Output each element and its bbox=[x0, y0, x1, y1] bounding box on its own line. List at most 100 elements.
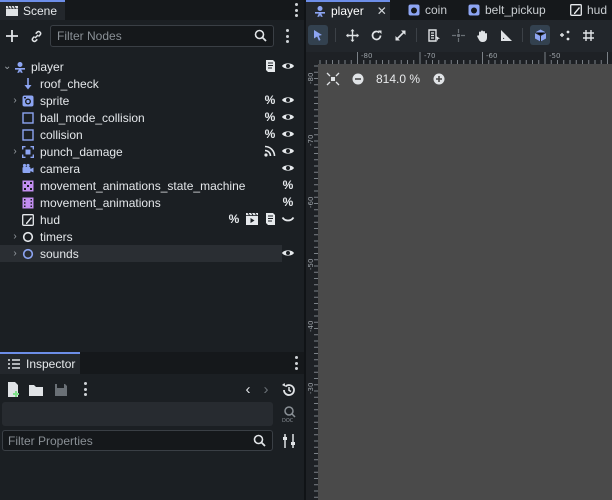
horizontal-ruler[interactable]: -80 -70 -60 -50 bbox=[306, 52, 612, 64]
canvas-layer-icon bbox=[22, 213, 34, 226]
filter-properties-field[interactable] bbox=[2, 430, 273, 451]
tab-inspector[interactable]: Inspector bbox=[0, 352, 80, 374]
cursor-arrow-icon bbox=[314, 30, 322, 41]
visibility-eye-icon[interactable] bbox=[281, 161, 295, 175]
ruler-label: -60 bbox=[486, 52, 498, 60]
open-folder-icon[interactable] bbox=[27, 381, 45, 399]
chevron-right-icon[interactable]: › bbox=[11, 95, 19, 107]
pan-mode-button[interactable] bbox=[472, 25, 492, 45]
script-icon[interactable] bbox=[263, 59, 277, 73]
canvas-viewport[interactable]: -80 -70 -60 -50 -80 -70 -60 -50 -40 -30 … bbox=[306, 52, 612, 500]
inspector-options-menu-icon[interactable] bbox=[83, 382, 87, 396]
inspector-object-field[interactable] bbox=[2, 402, 273, 426]
visibility-eye-icon[interactable] bbox=[281, 59, 295, 73]
ruler-mode-button[interactable] bbox=[496, 25, 516, 45]
ruler-label: -70 bbox=[307, 134, 315, 146]
snap-options-button[interactable] bbox=[554, 25, 574, 45]
list-select-button[interactable] bbox=[424, 25, 444, 45]
move-mode-button[interactable] bbox=[342, 25, 362, 45]
inspector-toolbar: ‹ › bbox=[0, 378, 304, 400]
tree-row-punch-damage[interactable]: › punch_damage bbox=[0, 143, 304, 160]
tree-row-hud[interactable]: hud % bbox=[0, 211, 304, 228]
unique-name-badge[interactable]: % bbox=[263, 110, 277, 124]
visibility-closed-icon[interactable] bbox=[281, 212, 295, 226]
history-back-icon[interactable]: ‹ bbox=[239, 380, 257, 398]
search-icon bbox=[254, 29, 267, 42]
unique-name-badge[interactable]: % bbox=[227, 212, 241, 226]
tree-label: hud bbox=[40, 212, 61, 227]
inspector-dock-menu-icon[interactable] bbox=[294, 356, 298, 370]
pivot-mode-button[interactable] bbox=[448, 25, 468, 45]
script-icon[interactable] bbox=[263, 212, 277, 226]
visibility-eye-icon[interactable] bbox=[281, 144, 295, 158]
tree-row-sprite[interactable]: › sprite % bbox=[0, 92, 304, 109]
grid-snap-button[interactable] bbox=[578, 25, 598, 45]
scene-tab-hud[interactable]: hud bbox=[562, 0, 607, 20]
scene-tabs-bar: player ✕ coin belt_pickup hud bbox=[306, 0, 612, 20]
tree-row-roof-check[interactable]: roof_check bbox=[0, 75, 304, 92]
center-view-icon[interactable] bbox=[326, 72, 340, 86]
chevron-right-icon[interactable]: › bbox=[11, 231, 19, 243]
visibility-eye-icon[interactable] bbox=[281, 127, 295, 141]
tree-row-collision[interactable]: collision % bbox=[0, 126, 304, 143]
chevron-right-icon[interactable]: › bbox=[11, 146, 19, 158]
rotate-mode-button[interactable] bbox=[366, 25, 386, 45]
link-icon[interactable] bbox=[27, 27, 45, 45]
filter-nodes-input[interactable] bbox=[57, 29, 237, 43]
tree-row-player[interactable]: ⌄ player bbox=[0, 58, 304, 75]
scene-tree: ⌄ player roof_check › sprite % ball_mode… bbox=[0, 58, 304, 262]
scene-tab-label: Scene bbox=[23, 4, 58, 18]
camera-icon bbox=[22, 163, 34, 173]
zoom-reset-button[interactable]: 814.0 % bbox=[376, 72, 420, 86]
chevron-down-icon[interactable]: ⌄ bbox=[3, 61, 11, 73]
ruler-label: -80 bbox=[361, 52, 373, 60]
history-forward-icon[interactable]: › bbox=[257, 380, 275, 398]
instanced-scene-icon[interactable] bbox=[245, 212, 259, 226]
filter-properties-input[interactable] bbox=[8, 433, 238, 448]
add-node-icon[interactable] bbox=[3, 27, 21, 45]
scene-tab-coin[interactable]: coin bbox=[400, 0, 447, 20]
character-icon bbox=[15, 61, 25, 73]
visibility-eye-icon[interactable] bbox=[281, 246, 295, 260]
animation-player-icon bbox=[22, 197, 34, 208]
select-mode-button[interactable] bbox=[308, 25, 328, 45]
zoom-out-icon[interactable] bbox=[352, 73, 364, 85]
unique-name-badge[interactable]: % bbox=[263, 93, 277, 107]
signals-icon[interactable] bbox=[263, 144, 277, 158]
recent-history-icon[interactable] bbox=[280, 381, 298, 399]
scene-options-menu-icon[interactable] bbox=[285, 29, 289, 43]
ruler-ticks bbox=[319, 52, 608, 64]
save-icon[interactable] bbox=[52, 381, 70, 399]
property-filter-options-icon[interactable] bbox=[280, 432, 298, 450]
tree-row-camera[interactable]: camera bbox=[0, 160, 304, 177]
unique-name-badge[interactable]: % bbox=[281, 178, 295, 192]
unique-name-badge[interactable]: % bbox=[263, 127, 277, 141]
close-tab-icon[interactable]: ✕ bbox=[377, 4, 387, 18]
collision-shape-icon bbox=[22, 128, 34, 141]
visibility-eye-icon[interactable] bbox=[281, 93, 295, 107]
filter-nodes-field[interactable] bbox=[50, 25, 274, 47]
visibility-eye-icon[interactable] bbox=[281, 110, 295, 124]
tree-row-ball-mode-collision[interactable]: ball_mode_collision % bbox=[0, 109, 304, 126]
inspector-tabbar: Inspector bbox=[0, 352, 304, 374]
tree-row-sounds[interactable]: › sounds bbox=[0, 245, 282, 262]
smart-snap-button[interactable] bbox=[530, 25, 550, 45]
vertical-ruler[interactable]: -80 -70 -60 -50 -40 -30 bbox=[306, 52, 318, 500]
list-select-icon bbox=[427, 28, 440, 42]
tree-label: timers bbox=[40, 229, 73, 244]
unique-name-badge[interactable]: % bbox=[281, 195, 295, 209]
tab-scene[interactable]: Scene bbox=[0, 0, 66, 20]
scene-dock-menu-icon[interactable] bbox=[294, 3, 298, 17]
tree-row-movement-animations[interactable]: movement_animations % bbox=[0, 194, 304, 211]
scale-mode-button[interactable] bbox=[390, 25, 410, 45]
zoom-in-icon[interactable] bbox=[433, 73, 445, 85]
scene-tab-label: coin bbox=[425, 3, 448, 17]
ruler-label: -50 bbox=[549, 52, 561, 60]
scene-tab-player[interactable]: player ✕ bbox=[306, 0, 390, 20]
chevron-right-icon[interactable]: › bbox=[11, 248, 19, 260]
doc-help-icon[interactable]: DOC bbox=[280, 405, 298, 423]
new-resource-icon[interactable] bbox=[5, 381, 23, 399]
tree-row-movement-animations-state-machine[interactable]: movement_animations_state_machine % bbox=[0, 177, 304, 194]
scene-tab-belt-pickup[interactable]: belt_pickup bbox=[460, 0, 546, 20]
tree-row-timers[interactable]: › timers bbox=[0, 228, 304, 245]
